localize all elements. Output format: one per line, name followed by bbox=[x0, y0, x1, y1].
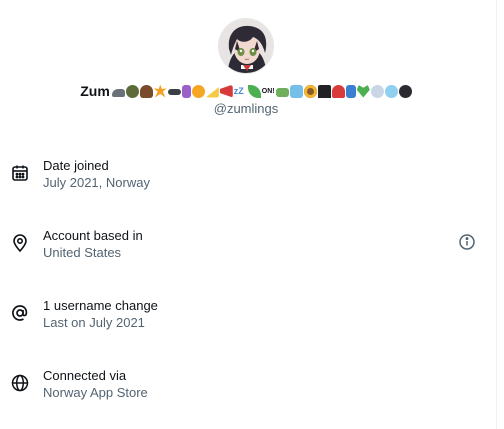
display-name-text: Zum bbox=[80, 83, 110, 99]
connected-via-row: Connected via Norway App Store bbox=[0, 367, 492, 411]
pistol-icon bbox=[167, 89, 181, 95]
date-joined-row: Date joined July 2021, Norway bbox=[0, 157, 492, 201]
at-sign-icon bbox=[10, 303, 30, 323]
wind-icon bbox=[370, 84, 384, 98]
calendar-icon bbox=[10, 163, 30, 183]
bubbles-icon bbox=[384, 84, 398, 98]
snowflake-icon bbox=[289, 84, 303, 98]
bomb-icon bbox=[398, 84, 412, 98]
sunflower-icon bbox=[303, 84, 317, 98]
profile-header: Zum zZ ON! @zumlings bbox=[0, 18, 492, 116]
username-change-title: 1 username change bbox=[43, 298, 158, 313]
dollar-banknote-icon bbox=[275, 87, 289, 97]
account-based-in-title: Account based in bbox=[43, 228, 143, 243]
shoe-icon bbox=[111, 89, 125, 97]
display-name: Zum zZ ON! bbox=[80, 82, 412, 100]
socks-icon bbox=[345, 84, 356, 98]
avatar[interactable] bbox=[218, 18, 274, 74]
about-account-panel: Zum zZ ON! @zumlings Date joined July 20… bbox=[0, 0, 504, 429]
connected-via-title: Connected via bbox=[43, 368, 127, 383]
location-pin-icon bbox=[10, 233, 30, 253]
megaphone-icon bbox=[219, 84, 233, 98]
username-change-value: Last on July 2021 bbox=[43, 315, 145, 330]
panel-border bbox=[496, 0, 497, 429]
date-joined-value: July 2021, Norway bbox=[43, 175, 150, 190]
explosion-icon bbox=[153, 84, 167, 98]
green-heart-icon bbox=[356, 85, 370, 98]
info-icon[interactable] bbox=[458, 233, 476, 251]
handle: @zumlings bbox=[213, 101, 279, 116]
cheese-icon bbox=[205, 87, 219, 98]
zzz-icon: zZ bbox=[233, 85, 244, 96]
mushroom-icon bbox=[331, 84, 345, 98]
on-arrow-icon: ON! bbox=[261, 87, 275, 95]
top-hat-icon bbox=[317, 84, 331, 98]
account-based-in-value: United States bbox=[43, 245, 122, 260]
helmet-icon bbox=[125, 84, 139, 98]
username-change-row: 1 username change Last on July 2021 bbox=[0, 297, 492, 341]
globe-icon bbox=[10, 373, 30, 393]
date-joined-title: Date joined bbox=[43, 158, 109, 173]
connected-via-value: Norway App Store bbox=[43, 385, 148, 400]
leaf-icon bbox=[247, 84, 261, 98]
radioactive-icon bbox=[191, 84, 205, 98]
account-based-in-row: Account based in United States bbox=[0, 227, 492, 271]
pointing-down-icon bbox=[181, 84, 191, 98]
poop-icon bbox=[139, 84, 153, 98]
